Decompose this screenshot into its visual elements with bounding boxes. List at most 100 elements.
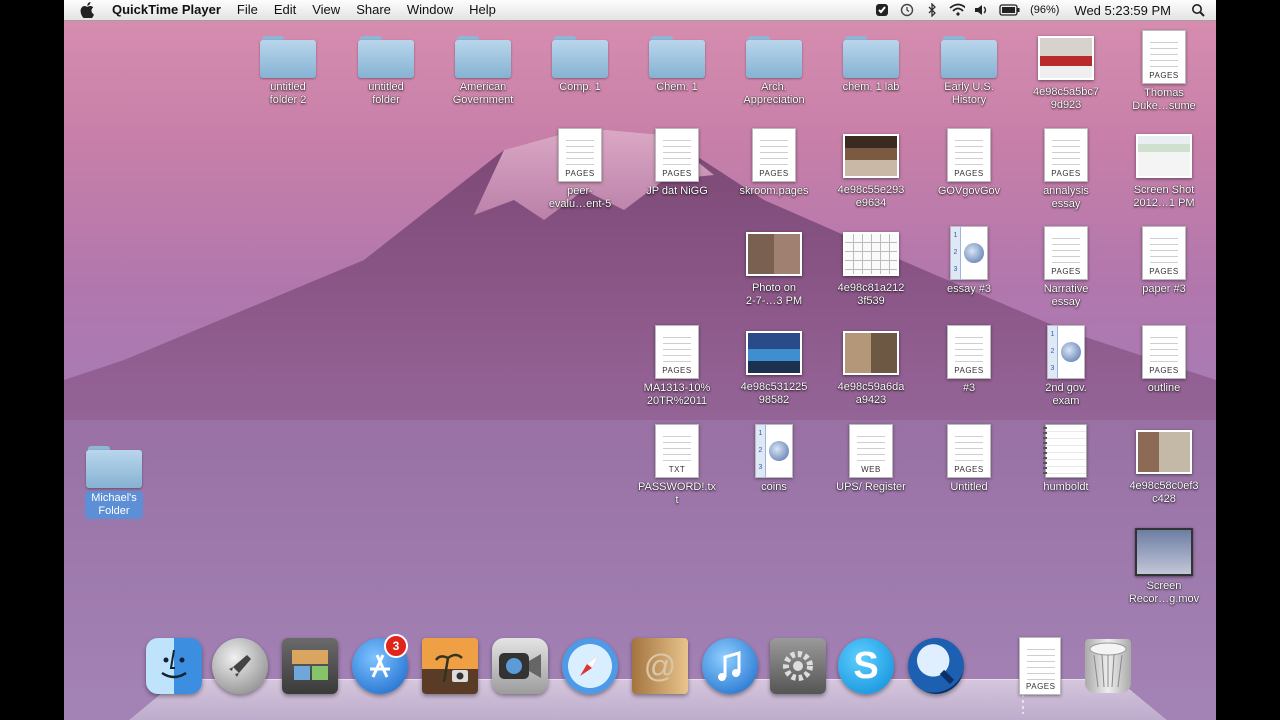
pages-file-annalysis-essay[interactable]: PAGES annalysis essay: [1016, 128, 1116, 211]
dock-launchpad[interactable]: [210, 636, 270, 696]
folder-icon: [843, 34, 899, 78]
menubar-clock[interactable]: Wed 5:23:59 PM: [1074, 3, 1171, 18]
pages-document-icon: PAGES: [752, 128, 796, 182]
folder-icon: [455, 34, 511, 78]
pages-document-icon: PAGES: [947, 424, 991, 478]
image-file-4e98c5a5bc7[interactable]: 4e98c5a5bc7 9d923: [1016, 30, 1116, 112]
pages-document-icon: PAGES: [1044, 128, 1088, 182]
keynote-document-icon: 123: [1047, 325, 1085, 379]
pages-document-icon: PAGES: [1019, 637, 1061, 695]
address-book-icon: @: [632, 638, 688, 694]
image-file-photo-on[interactable]: Photo on 2-7-…3 PM: [724, 226, 824, 308]
pages-file-jp-dat[interactable]: PAGES JP dat NiGG: [627, 128, 727, 198]
image-file-screen-shot[interactable]: Screen Shot 2012…1 PM: [1114, 128, 1214, 210]
dock-recent-document[interactable]: PAGES: [1010, 636, 1070, 696]
keynote-file-2nd-gov-exam[interactable]: 1 2 3 2nd gov. exam: [1016, 325, 1116, 408]
folder-icon: [552, 34, 608, 78]
pages-document-icon: PAGES: [1044, 226, 1088, 280]
folder-icon: [941, 34, 997, 78]
app-store-update-badge: 3: [384, 634, 408, 658]
dock-app-store[interactable]: 3: [350, 634, 410, 696]
pages-file-outline[interactable]: PAGES outline: [1114, 325, 1214, 395]
battery-percent: (96%): [1030, 4, 1060, 16]
menu-window[interactable]: Window: [407, 0, 453, 20]
folder-untitled-folder-2[interactable]: untitled folder 2: [238, 34, 338, 107]
pages-file-skroom[interactable]: PAGES skroom.pages: [724, 128, 824, 198]
menu-edit[interactable]: Edit: [274, 0, 296, 20]
dock-system-preferences[interactable]: [768, 636, 828, 696]
dock-facetime[interactable]: [490, 636, 550, 696]
file-humboldt[interactable]: humboldt: [1016, 424, 1116, 494]
pages-file-paper-3[interactable]: PAGES paper #3: [1114, 226, 1214, 296]
folder-michaels-folder[interactable]: Michael's Folder: [64, 444, 164, 519]
skype-icon: S: [838, 638, 894, 694]
system-preferences-gear-icon: [770, 638, 826, 694]
dock-address-book[interactable]: @: [630, 636, 690, 696]
pages-file-thomas-duke[interactable]: PAGES Thomas Duke…sume: [1114, 30, 1214, 113]
web-file-ups-register[interactable]: WEB UPS/ Register: [821, 424, 921, 494]
image-thumbnail-icon: [843, 232, 899, 276]
dock-finder[interactable]: [144, 636, 204, 696]
folder-american-government[interactable]: American Government: [433, 34, 533, 107]
dock-quicktime[interactable]: [906, 636, 966, 696]
battery-icon[interactable]: [999, 2, 1021, 18]
app-menu-quicktime[interactable]: QuickTime Player: [112, 0, 221, 20]
folder-icon: [746, 34, 802, 78]
folder-comp-1[interactable]: Comp. 1: [530, 34, 630, 94]
image-file-4e98c59a6da[interactable]: 4e98c59a6da a9423: [821, 325, 921, 407]
spotlight-search-icon[interactable]: [1190, 2, 1206, 18]
menu-share[interactable]: Share: [356, 0, 391, 20]
image-thumbnail-icon: [1136, 134, 1192, 178]
folder-icon: [86, 444, 142, 488]
pages-file-hash-3[interactable]: PAGES #3: [919, 325, 1019, 395]
wifi-icon[interactable]: [949, 2, 966, 18]
folder-chem-1[interactable]: Chem. 1: [627, 34, 727, 94]
dock-iphoto[interactable]: [420, 636, 480, 696]
folder-chem-1-lab[interactable]: chem. 1 lab: [821, 34, 921, 94]
txt-file-password[interactable]: TXT PASSWORD!.tx t: [627, 424, 727, 507]
safari-compass-icon: [562, 638, 618, 694]
image-thumbnail-icon: [843, 331, 899, 375]
iphoto-icon: [422, 638, 478, 694]
dock-preview[interactable]: [280, 636, 340, 696]
pages-file-narrative-essay[interactable]: PAGES Narrative essay: [1016, 226, 1116, 309]
image-file-4e98c531225[interactable]: 4e98c531225 98582: [724, 325, 824, 407]
folder-icon: [260, 34, 316, 78]
image-file-4e98c58c0ef3[interactable]: 4e98c58c0ef3 c428: [1114, 424, 1214, 506]
menu-help[interactable]: Help: [469, 0, 496, 20]
pages-file-peer-evaluation[interactable]: PAGES peer- evalu…ent-5: [530, 128, 630, 211]
keynote-file-coins[interactable]: 1 2 3 coins: [724, 424, 824, 494]
dock-trash[interactable]: [1078, 636, 1138, 696]
folder-arch-appreciation[interactable]: Arch. Appreciation: [724, 34, 824, 107]
image-file-4e98c81a212[interactable]: 4e98c81a212 3f539: [821, 226, 921, 308]
pages-file-untitled[interactable]: PAGES Untitled: [919, 424, 1019, 494]
folder-untitled-folder[interactable]: untitled folder: [336, 34, 436, 107]
image-thumbnail-icon: [746, 331, 802, 375]
dock-safari[interactable]: [560, 636, 620, 696]
volume-icon[interactable]: [974, 2, 990, 18]
quicktime-q-icon: [908, 638, 964, 694]
movie-file-screen-recording[interactable]: Screen Recor…g.mov: [1114, 526, 1214, 606]
pages-document-icon: PAGES: [655, 128, 699, 182]
desktop-screen: QuickTime Player File Edit View Share Wi…: [64, 0, 1216, 720]
pages-file-govgovgov[interactable]: PAGES GOVgovGov: [919, 128, 1019, 198]
image-file-4e98c55e293[interactable]: 4e98c55e293 e9634: [821, 128, 921, 210]
status-tray: (96%) Wed 5:23:59 PM: [874, 0, 1206, 20]
apple-menu-icon[interactable]: [80, 1, 98, 19]
text-document-icon: TXT: [655, 424, 699, 478]
folder-early-us-history[interactable]: Early U.S. History: [919, 34, 1019, 107]
bluetooth-icon[interactable]: [924, 2, 940, 18]
pages-document-icon: PAGES: [1142, 30, 1186, 84]
folder-icon: [649, 34, 705, 78]
preview-icon: [282, 638, 338, 694]
menu-file[interactable]: File: [237, 0, 258, 20]
menu-view[interactable]: View: [312, 0, 340, 20]
dock-itunes[interactable]: [700, 636, 760, 696]
skype-status-icon[interactable]: [874, 2, 890, 18]
keynote-document-icon: 123: [755, 424, 793, 478]
notebook-document-icon: [1043, 424, 1087, 478]
pages-file-ma1313[interactable]: PAGES MA1313-10% 20TR%2011: [627, 325, 727, 408]
dock-skype[interactable]: S: [836, 636, 896, 696]
keynote-file-essay-3[interactable]: 1 2 3 essay #3: [919, 226, 1019, 296]
time-machine-icon[interactable]: [899, 2, 915, 18]
